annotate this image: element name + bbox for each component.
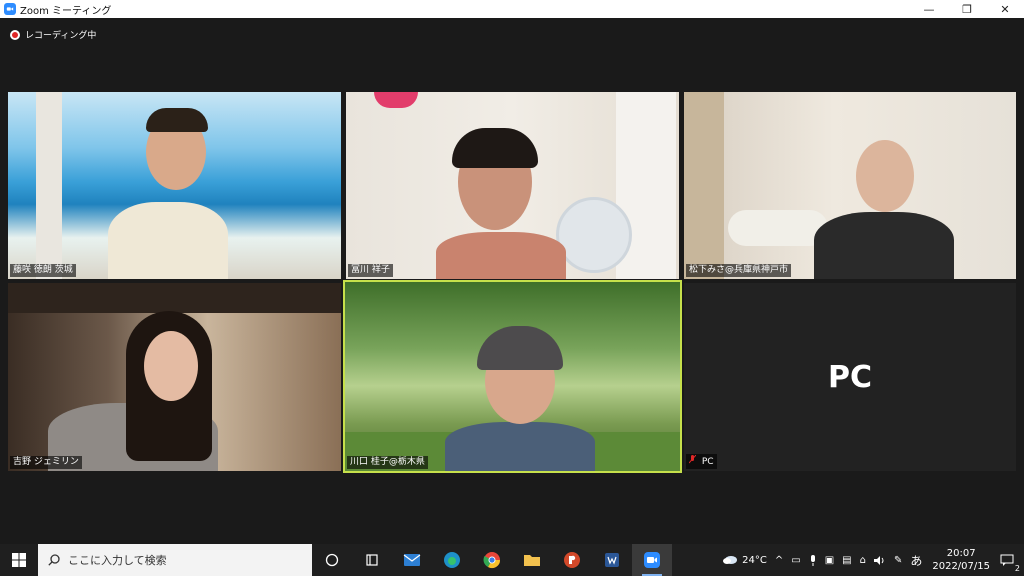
ime-settings-icon[interactable]: ✎ <box>890 555 906 566</box>
ime-mode[interactable]: あ <box>906 552 926 569</box>
zoom-taskbar-icon[interactable] <box>632 544 672 576</box>
chevron-up-icon[interactable]: ^ <box>771 555 787 566</box>
title-bar: Zoom ミーティング — ❐ ✕ <box>0 0 1024 18</box>
participant-name: 冨川 祥子 <box>348 264 393 277</box>
avatar-text: PC <box>827 359 872 395</box>
close-button[interactable]: ✕ <box>986 0 1024 18</box>
file-explorer-icon[interactable] <box>512 544 552 576</box>
word-icon[interactable] <box>592 544 632 576</box>
recording-icon <box>10 29 20 40</box>
stuffed-animals <box>728 210 828 246</box>
notification-center[interactable]: 2 <box>996 554 1024 573</box>
participant-name: 吉野 ジェミリン <box>10 456 82 469</box>
camera-icon[interactable]: ▤ <box>838 555 855 566</box>
search-icon <box>48 554 60 566</box>
recording-indicator[interactable]: レコーディング中 <box>10 28 96 41</box>
participant-name: 川口 桂子@栃木県 <box>347 456 428 469</box>
clock-date: 2022/07/15 <box>932 561 990 572</box>
windows-taskbar: ここに入力して検索 24°C ^ ▭ ▣ ▤ ⌂ ✎ あ 20:07 2022/… <box>0 544 1024 576</box>
system-tray: 24°C ^ ▭ ▣ ▤ ⌂ ✎ あ 20:07 2022/07/15 2 <box>718 544 1024 576</box>
notification-count: 2 <box>1014 564 1020 573</box>
weather-widget[interactable]: 24°C <box>718 554 771 566</box>
participant-name: 藤咲 徳朗 茨城 <box>10 264 76 277</box>
clock[interactable]: 20:07 2022/07/15 <box>926 547 996 573</box>
taskbar-search[interactable]: ここに入力して検索 <box>38 544 312 576</box>
windows-icon <box>12 553 26 567</box>
minimize-button[interactable]: — <box>910 0 948 18</box>
mail-icon[interactable] <box>392 544 432 576</box>
video-tile-3[interactable]: 松下みさ@兵庫県神戸市 <box>684 92 1016 279</box>
zoom-window: Zoom ミーティング — ❐ ✕ レコーディング中 藤咲 徳朗 茨城 冨川 祥… <box>0 0 1024 544</box>
powerpoint-icon[interactable] <box>552 544 592 576</box>
widgets-icon[interactable] <box>352 544 392 576</box>
weather-icon <box>723 556 738 564</box>
microphone-icon[interactable] <box>805 554 821 566</box>
weather-temp: 24°C <box>742 554 767 566</box>
door <box>684 92 724 279</box>
task-view-icon[interactable] <box>312 544 352 576</box>
video-tile-2[interactable]: 冨川 祥子 <box>346 92 679 279</box>
network-icon[interactable]: ⌂ <box>856 555 870 566</box>
tray-app-icon[interactable]: ▭ <box>787 555 804 566</box>
participant-name: PC <box>701 457 714 467</box>
display-icon[interactable]: ▣ <box>821 555 838 566</box>
zoom-app-icon <box>4 3 16 15</box>
volume-icon[interactable] <box>870 555 890 566</box>
fan <box>556 197 632 273</box>
video-tile-4[interactable]: 吉野 ジェミリン <box>8 283 341 471</box>
video-tile-1[interactable]: 藤咲 徳朗 茨城 <box>8 92 341 279</box>
ceiling <box>8 283 341 313</box>
edge-browser-icon[interactable] <box>432 544 472 576</box>
chrome-browser-icon[interactable] <box>472 544 512 576</box>
restore-button[interactable]: ❐ <box>948 0 986 18</box>
pillar <box>36 92 62 279</box>
notification-icon <box>1000 554 1014 566</box>
start-button[interactable] <box>0 544 38 576</box>
video-tile-6[interactable]: PC PC <box>684 283 1016 471</box>
participant-name-tag: PC <box>686 454 717 469</box>
search-placeholder: ここに入力して検索 <box>68 554 167 567</box>
recording-label: レコーディング中 <box>25 31 97 41</box>
clock-decoration <box>374 92 418 108</box>
mic-muted-icon <box>688 454 697 468</box>
window-title: Zoom ミーティング <box>20 5 112 17</box>
video-tile-5-active-speaker[interactable]: 川口 桂子@栃木県 <box>343 280 682 473</box>
clock-time: 20:07 <box>946 548 976 559</box>
participant-name: 松下みさ@兵庫県神戸市 <box>686 264 792 277</box>
